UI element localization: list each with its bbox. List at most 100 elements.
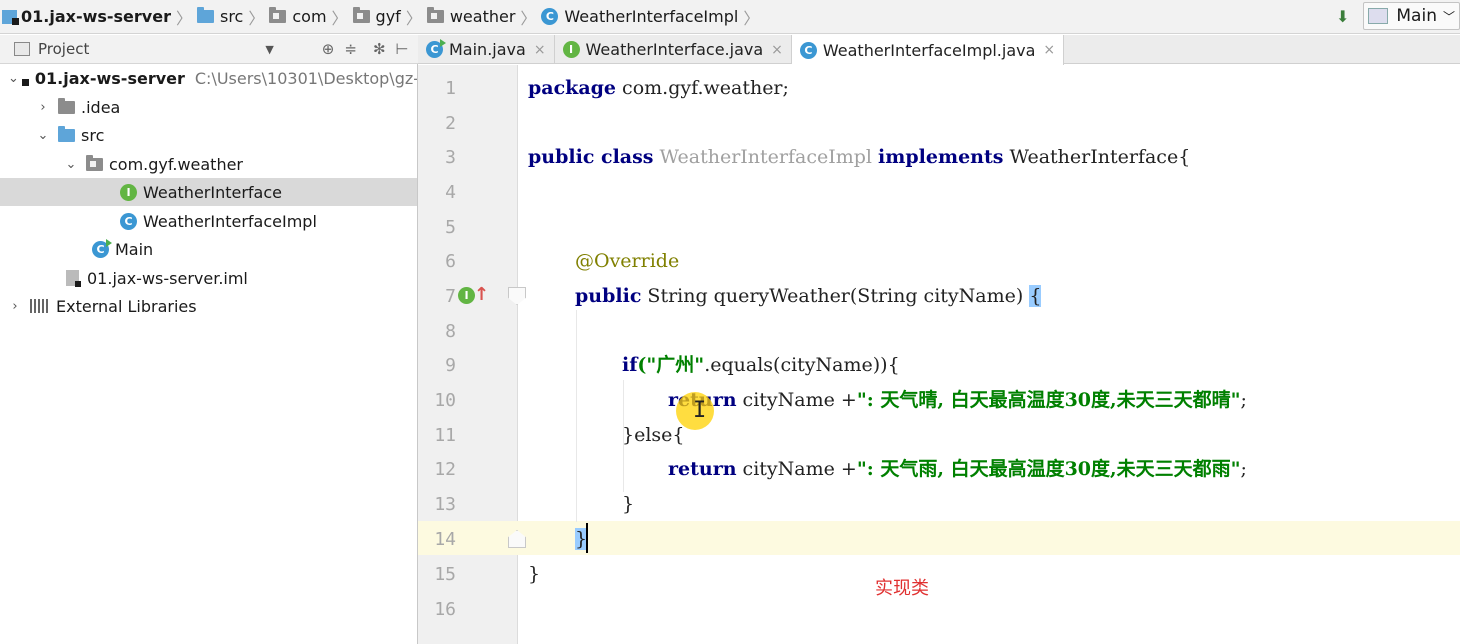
- close-icon[interactable]: ×: [771, 42, 783, 58]
- tree-item-idea[interactable]: › .idea: [0, 93, 417, 121]
- tab-label: WeatherInterfaceImpl.java: [822, 40, 1036, 60]
- tree-item-label: 01.jax-ws-server.iml: [87, 268, 248, 288]
- text-cursor-icon: I: [693, 398, 707, 423]
- line-number: 11: [434, 425, 456, 446]
- close-icon[interactable]: ×: [534, 42, 546, 58]
- code-line-15: }: [528, 563, 541, 585]
- interface-icon: I: [562, 41, 580, 58]
- interface-icon: I: [120, 183, 137, 201]
- code-line-12: return cityName +": 天气雨, 白天最高温度30度,未天三天都…: [668, 458, 1247, 480]
- tab-main-java[interactable]: C Main.java ×: [418, 35, 555, 64]
- class-icon: C: [120, 212, 137, 230]
- project-panel-header: Project ▼ ⊕ ≑ ✻ ⊢: [0, 35, 418, 64]
- code-line-11: }else{: [622, 424, 685, 446]
- tab-weather-interface-impl-java[interactable]: C WeatherInterfaceImpl.java ×: [791, 35, 1065, 65]
- breadcrumb-src[interactable]: src: [196, 7, 243, 26]
- iml-file-icon: [66, 270, 81, 287]
- module-icon: [2, 9, 19, 25]
- package-icon: [269, 7, 287, 23]
- sort-icon[interactable]: ⬇: [1336, 7, 1349, 26]
- line-number: 4: [445, 182, 456, 203]
- line-number: 2: [445, 113, 456, 134]
- project-icon: [14, 42, 30, 56]
- tab-weather-interface-java[interactable]: I WeatherInterface.java ×: [555, 35, 792, 64]
- chevron-right-icon[interactable]: ›: [8, 299, 22, 314]
- tree-item-label: .idea: [81, 97, 121, 117]
- breadcrumb-separator: 〉: [331, 8, 348, 28]
- navigation-bar: 01.jax-ws-server 〉 src 〉 com 〉 gyf 〉 wea…: [0, 0, 1460, 34]
- tree-item-package[interactable]: ⌄ com.gyf.weather: [0, 150, 417, 178]
- line-number: 6: [445, 251, 456, 272]
- package-icon: [86, 154, 103, 171]
- folder-icon: [58, 125, 75, 142]
- gear-icon[interactable]: ✻: [373, 40, 386, 58]
- line-number: 12: [434, 459, 456, 480]
- tab-label: Main.java: [449, 40, 526, 59]
- chevron-down-icon: ﹀: [1442, 9, 1455, 24]
- class-icon: C: [541, 8, 559, 25]
- view-dropdown-icon[interactable]: ▼: [265, 43, 273, 56]
- class-icon: C: [799, 41, 817, 59]
- line-number: 10: [434, 390, 456, 411]
- line-number: 1: [445, 78, 456, 99]
- tree-item-root[interactable]: ⌄ 01.jax-ws-server C:\Users\10301\Deskto…: [0, 64, 418, 92]
- run-config-icon: [1368, 8, 1389, 24]
- folder-icon: [58, 97, 75, 114]
- tree-item-external-libraries[interactable]: › External Libraries: [0, 292, 417, 320]
- tree-item-weather-interface[interactable]: I WeatherInterface: [0, 178, 417, 206]
- text-caret: [586, 523, 588, 553]
- line-number: 5: [445, 217, 456, 238]
- breadcrumb-gyf[interactable]: gyf: [352, 7, 401, 26]
- tree-item-src[interactable]: ⌄ src: [0, 121, 417, 149]
- hide-panel-icon[interactable]: ⊢: [396, 40, 409, 58]
- project-tree: ⌄ 01.jax-ws-server C:\Users\10301\Deskto…: [0, 64, 418, 644]
- breadcrumb-separator: 〉: [175, 8, 192, 28]
- breadcrumb-module[interactable]: 01.jax-ws-server: [2, 7, 171, 26]
- locate-icon[interactable]: ⊕: [322, 40, 335, 58]
- code-line-9: if("广州".equals(cityName)){: [622, 354, 900, 376]
- tree-item-iml[interactable]: 01.jax-ws-server.iml: [0, 264, 417, 292]
- chevron-down-icon[interactable]: ⌄: [36, 128, 50, 143]
- tree-item-label: WeatherInterface: [143, 182, 282, 202]
- code-line-7: public String queryWeather(String cityNa…: [575, 285, 1042, 307]
- line-number: 15: [434, 564, 456, 585]
- matched-brace: {: [1029, 285, 1042, 307]
- close-icon[interactable]: ×: [1043, 42, 1055, 58]
- chevron-down-icon[interactable]: ⌄: [64, 157, 78, 172]
- tree-item-label: Main: [115, 239, 154, 259]
- annotation-text: 实现类: [875, 578, 929, 599]
- tree-root-label: 01.jax-ws-server: [34, 68, 185, 88]
- code-line-13: }: [622, 493, 635, 515]
- implements-marker-icon[interactable]: I: [458, 287, 475, 304]
- package-icon: [352, 7, 370, 23]
- breadcrumb-weather[interactable]: weather: [426, 7, 515, 26]
- indent-guide: [576, 310, 577, 522]
- line-number: 8: [445, 321, 456, 342]
- collapse-icon[interactable]: ≑: [344, 40, 357, 58]
- tree-item-main[interactable]: C Main: [0, 235, 417, 263]
- tab-label: WeatherInterface.java: [585, 40, 764, 59]
- project-panel-title[interactable]: Project: [38, 40, 89, 58]
- breadcrumb-com[interactable]: com: [269, 7, 327, 26]
- breadcrumb-separator: 〉: [405, 8, 422, 28]
- navbar-right-tools: ⬇ Main ﹀: [1336, 2, 1460, 30]
- line-number: 13: [434, 494, 456, 515]
- breadcrumb-separator: 〉: [743, 8, 760, 28]
- tree-item-label: WeatherInterfaceImpl: [143, 211, 317, 231]
- chevron-down-icon[interactable]: ⌄: [8, 71, 19, 86]
- tree-item-weather-interface-impl[interactable]: C WeatherInterfaceImpl: [0, 207, 417, 235]
- package-icon: [426, 7, 444, 23]
- tree-root-path: C:\Users\10301\Desktop\gz-: [194, 68, 418, 88]
- runnable-class-icon: C: [92, 238, 112, 258]
- code-line-1: package com.gyf.weather;: [528, 77, 789, 99]
- line-number: 16: [434, 599, 456, 620]
- line-number: 14: [434, 529, 456, 550]
- override-arrow-icon[interactable]: ↑: [474, 284, 489, 305]
- breadcrumb-class[interactable]: C WeatherInterfaceImpl: [541, 7, 738, 26]
- tree-item-label: External Libraries: [56, 296, 197, 316]
- run-config-selector[interactable]: Main ﹀: [1363, 2, 1460, 30]
- library-icon: [30, 299, 48, 313]
- runnable-class-icon: C: [426, 39, 446, 58]
- breadcrumb-separator: 〉: [248, 8, 265, 28]
- chevron-right-icon[interactable]: ›: [36, 100, 50, 115]
